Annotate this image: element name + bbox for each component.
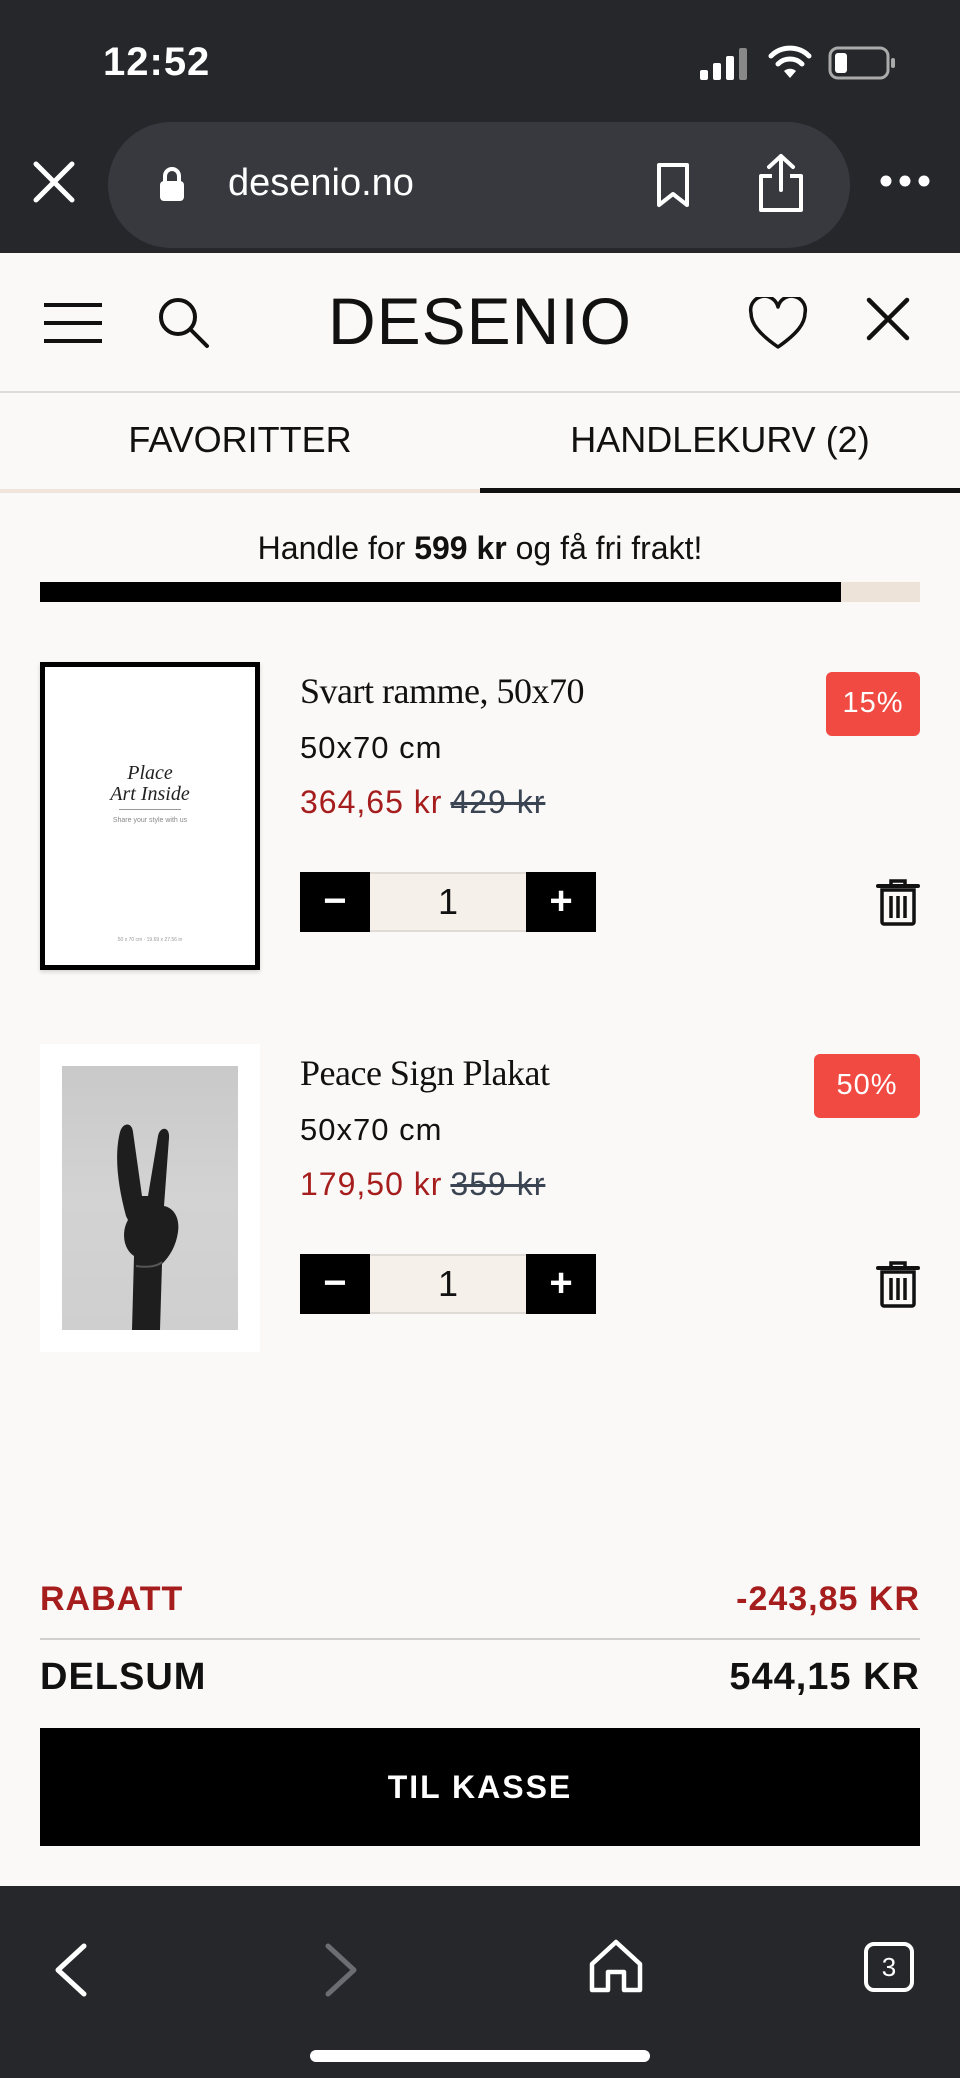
product-name[interactable]: Svart ramme, 50x70 xyxy=(300,670,584,712)
quantity-value[interactable]: 1 xyxy=(370,1254,526,1314)
home-indicator xyxy=(310,2050,650,2062)
browser-bottom-bar: 3 xyxy=(0,1886,960,2078)
product-name[interactable]: Peace Sign Plakat xyxy=(300,1052,550,1094)
frame-placeholder-subtext: Share your style with us xyxy=(112,817,188,824)
subtotal-value: 544,15 KR xyxy=(729,1656,920,1698)
cell-signal-icon xyxy=(700,48,747,80)
sale-price: 364,65 kr xyxy=(300,784,443,820)
discount-badge: 50% xyxy=(814,1054,920,1118)
frame-placeholder-line-2: Art Inside xyxy=(110,783,190,805)
frame-placeholder-foot: 50 x 70 cm · 19.69 x 27.56 in xyxy=(117,937,183,943)
bookmark-icon[interactable] xyxy=(655,162,691,208)
status-time: 12:52 xyxy=(103,40,211,84)
original-price: 429 kr xyxy=(450,784,546,820)
decrease-quantity-button[interactable]: − xyxy=(300,1254,370,1314)
shipping-suffix: og få fri frakt! xyxy=(506,530,703,566)
frame-placeholder-divider xyxy=(119,809,181,810)
site-logo[interactable]: DESENIO xyxy=(0,283,960,359)
free-shipping-progress-fill xyxy=(40,582,841,602)
tab-switcher-button[interactable]: 3 xyxy=(864,1942,914,1992)
more-icon[interactable] xyxy=(880,174,930,188)
decrease-quantity-button[interactable]: − xyxy=(300,872,370,932)
shipping-prefix: Handle for xyxy=(257,530,415,566)
free-shipping-message: Handle for 599 kr og få fri frakt! xyxy=(0,530,960,567)
quantity-stepper: − 1 + xyxy=(300,872,596,932)
sale-price: 179,50 kr xyxy=(300,1166,443,1202)
site-header: DESENIO xyxy=(0,253,960,393)
shipping-amount: 599 kr xyxy=(414,530,507,566)
tab-cart[interactable]: HANDLEKURV (2) xyxy=(480,395,960,493)
close-tab-icon[interactable] xyxy=(30,158,78,206)
original-price: 359 kr xyxy=(450,1166,546,1202)
url-text: desenio.no xyxy=(228,162,414,204)
close-cart-icon[interactable] xyxy=(866,297,910,341)
share-icon[interactable] xyxy=(756,152,806,214)
battery-icon xyxy=(828,46,895,80)
free-shipping-progress xyxy=(40,582,920,602)
checkout-button[interactable]: TIL KASSE xyxy=(40,1728,920,1846)
peace-hand-illustration xyxy=(117,1124,179,1330)
discount-label: RABATT xyxy=(40,1580,184,1618)
product-image[interactable] xyxy=(40,1044,260,1352)
address-bar[interactable]: desenio.no xyxy=(108,122,850,248)
product-price: 179,50 kr 359 kr xyxy=(300,1166,545,1203)
heart-icon[interactable] xyxy=(748,297,808,351)
increase-quantity-button[interactable]: + xyxy=(526,1254,596,1314)
subtotal-row: DELSUM 544,15 KR xyxy=(40,1656,920,1716)
lock-icon xyxy=(160,167,184,201)
discount-row: RABATT -243,85 KR xyxy=(40,1580,920,1640)
tab-favorites[interactable]: FAVORITTER xyxy=(0,395,480,493)
discount-value: -243,85 KR xyxy=(736,1580,920,1618)
peace-sign-photo xyxy=(62,1066,238,1330)
discount-badge: 15% xyxy=(826,672,920,736)
wifi-icon xyxy=(768,45,812,78)
totals-divider xyxy=(40,1638,920,1640)
trash-icon[interactable] xyxy=(876,878,920,926)
cart-tabs: FAVORITTER HANDLEKURV (2) xyxy=(0,395,960,493)
product-size: 50x70 cm xyxy=(300,730,443,765)
subtotal-label: DELSUM xyxy=(40,1656,207,1698)
product-price: 364,65 kr 429 kr xyxy=(300,784,545,821)
quantity-stepper: − 1 + xyxy=(300,1254,596,1314)
product-image[interactable]: Place Art Inside Share your style with us… xyxy=(40,662,260,970)
quantity-value[interactable]: 1 xyxy=(370,872,526,932)
cart-item: Peace Sign Plakat 50x70 cm 179,50 kr 359 … xyxy=(0,1042,960,1362)
product-size: 50x70 cm xyxy=(300,1112,443,1147)
cart-item: Place Art Inside Share your style with us… xyxy=(0,660,960,980)
frame-placeholder-text: Place Art Inside xyxy=(45,763,255,805)
trash-icon[interactable] xyxy=(876,1260,920,1308)
frame-placeholder-line-1: Place xyxy=(127,762,173,784)
increase-quantity-button[interactable]: + xyxy=(526,872,596,932)
back-icon[interactable] xyxy=(52,1942,88,1998)
home-icon[interactable] xyxy=(588,1938,644,1994)
forward-icon[interactable] xyxy=(324,1942,360,1998)
browser-top-bar: 12:52 desenio.no xyxy=(0,0,960,253)
